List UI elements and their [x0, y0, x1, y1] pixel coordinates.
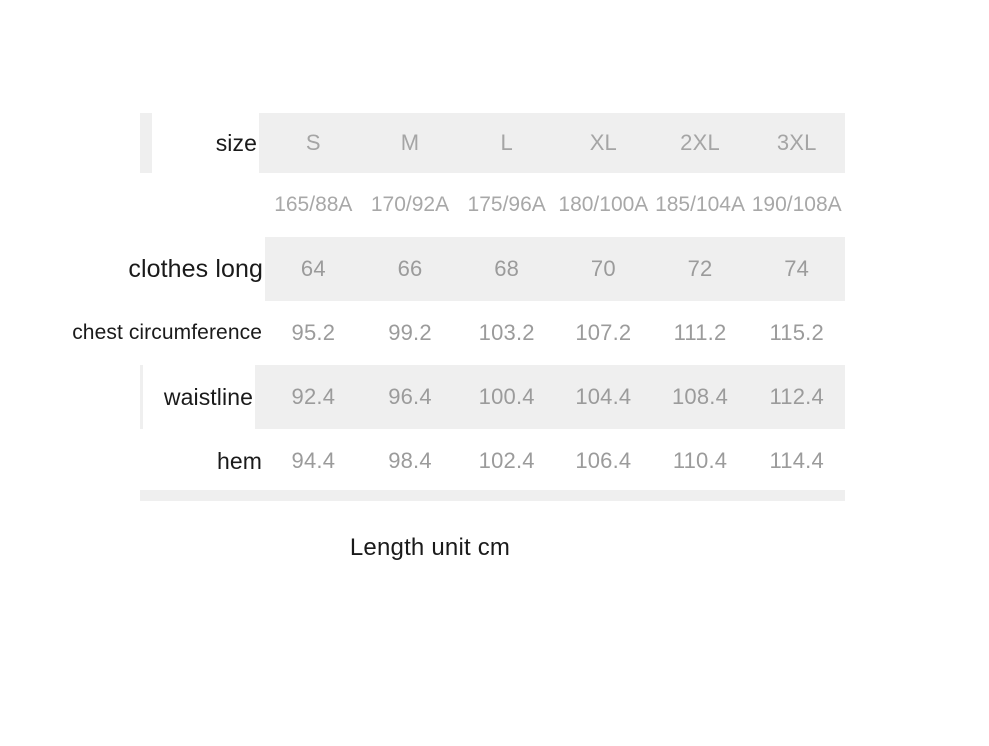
header-cells: S M L XL 2XL 3XL: [265, 113, 845, 173]
size-chart-page: size S M L XL 2XL 3XL 165/88A 170/92A 17…: [0, 0, 989, 746]
row-label-hem: hem: [164, 429, 264, 493]
table-row: 165/88A 170/92A 175/96A 180/100A 185/104…: [140, 173, 845, 237]
cell-value: 72: [687, 256, 713, 281]
table-row: clothes long 64 66 68 70 72 74: [89, 237, 845, 301]
cell-value: 70: [590, 256, 616, 281]
cell-value: 103.2: [478, 320, 535, 345]
row-cells-waistline: 92.4 96.4 100.4 104.4 108.4 112.4: [265, 365, 845, 429]
column-header-s: S: [305, 130, 321, 155]
column-header-2xl: 2XL: [680, 130, 720, 155]
cell-value: 104.4: [575, 384, 632, 409]
row-cells-hem: 94.4 98.4 102.4 106.4 110.4 114.4: [265, 429, 845, 493]
cell-value: 68: [494, 256, 520, 281]
row-cells-clothes-long: 64 66 68 70 72 74: [265, 237, 845, 301]
header-corner-label: size: [152, 113, 259, 173]
size-chart-table: size S M L XL 2XL 3XL 165/88A 170/92A 17…: [72, 113, 845, 493]
table-row: waistline 92.4 96.4 100.4 104.4 108.4 11…: [140, 365, 845, 429]
spec-value-l: 175/96A: [467, 193, 546, 216]
row-label-text: hem: [216, 447, 262, 474]
cell-value: 102.4: [478, 448, 535, 473]
row-cells-chest-circumference: 95.2 99.2 103.2 107.2 111.2 115.2: [265, 301, 845, 365]
cell-value: 106.4: [575, 448, 632, 473]
table-header-row: size S M L XL 2XL 3XL: [140, 113, 845, 173]
cell-value: 110.4: [672, 448, 728, 473]
cell-value: 96.4: [388, 384, 432, 409]
cell-value: 114.4: [769, 448, 824, 473]
table-bottom-strip: [140, 490, 845, 501]
row-label-text: waistline: [163, 383, 253, 410]
cell-value: 108.4: [671, 384, 729, 409]
column-header-xl: XL: [589, 130, 617, 155]
spec-cells: 165/88A 170/92A 175/96A 180/100A 185/104…: [265, 173, 845, 237]
cell-value: 64: [300, 256, 326, 281]
cell-value: 99.2: [388, 320, 432, 345]
spec-value-3xl: 190/108A: [751, 193, 842, 216]
row-label-chest-circumference: chest circumference: [68, 301, 264, 365]
column-header-l: L: [500, 130, 513, 155]
column-header-3xl: 3XL: [776, 130, 817, 155]
row-label-clothes-long: clothes long: [89, 237, 265, 301]
row-label-waistline: waistline: [143, 365, 255, 429]
table-row: hem 94.4 98.4 102.4 106.4 110.4 114.4: [140, 429, 845, 493]
cell-value: 115.2: [769, 320, 824, 345]
row-label-text: clothes long: [128, 254, 263, 283]
row-label-text: chest circumference: [72, 321, 262, 344]
table-row: chest circumference 95.2 99.2 103.2 107.…: [72, 301, 845, 365]
cell-value: 66: [397, 256, 423, 281]
cell-value: 74: [784, 256, 810, 281]
length-unit-caption: Length unit cm: [349, 534, 511, 561]
cell-value: 112.4: [769, 384, 824, 409]
spec-value-s: 165/88A: [274, 193, 353, 216]
spec-value-2xl: 185/104A: [655, 193, 745, 216]
cell-value: 107.2: [575, 320, 632, 345]
cell-value: 98.4: [388, 448, 432, 473]
header-corner-label-text: size: [215, 129, 257, 156]
cell-value: 92.4: [291, 384, 336, 409]
column-header-m: M: [400, 130, 420, 155]
spec-value-xl: 180/100A: [558, 193, 649, 216]
cell-value: 100.4: [478, 384, 535, 409]
cell-value: 94.4: [291, 448, 336, 473]
spec-value-m: 170/92A: [370, 193, 450, 216]
cell-value: 111.2: [673, 320, 727, 345]
cell-value: 95.2: [291, 320, 336, 345]
